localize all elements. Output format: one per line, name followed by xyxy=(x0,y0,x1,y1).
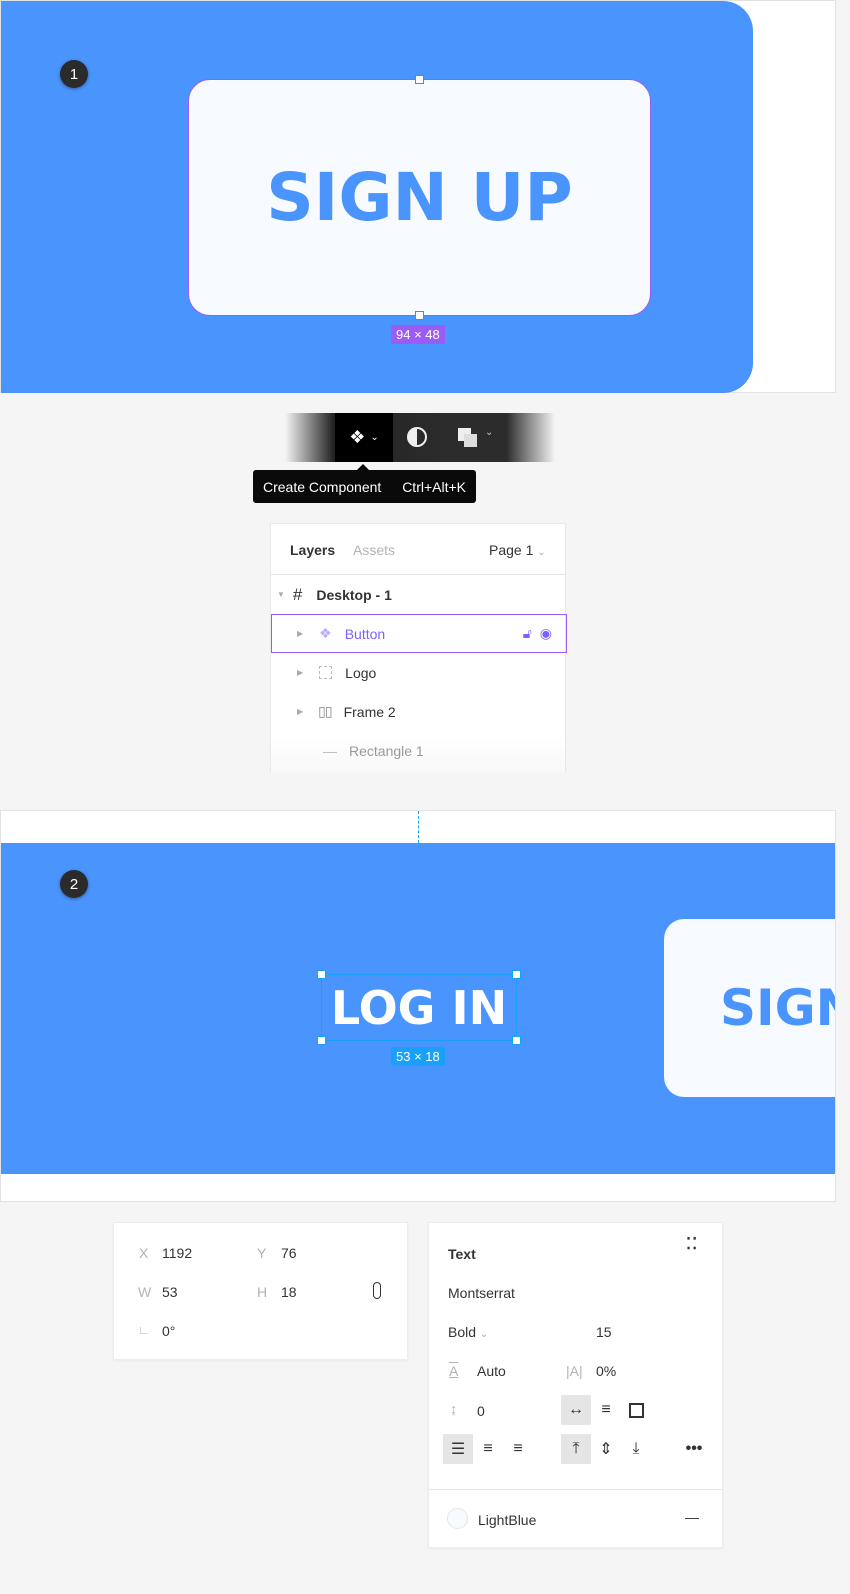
tooltip-label: Create Component xyxy=(263,478,382,495)
y-label: Y xyxy=(257,1245,267,1261)
canvas-step-2: 2 LOG IN 53 × 18 SIGN UP xyxy=(0,810,836,1202)
frame-icon: # xyxy=(292,584,303,604)
layer-item-frame-2[interactable]: ▶ ▯▯ Frame 2 xyxy=(271,692,567,731)
fixed-size-icon[interactable] xyxy=(621,1395,651,1425)
x-label: X xyxy=(139,1245,149,1261)
text-panel: Text ⁚⁚ Montserrat Bold ⌄ 15 A Auto |A| … xyxy=(428,1222,723,1548)
transform-panel: X 1192 Y 76 W 53 H 18 ∟ 0° xyxy=(113,1222,408,1360)
sign-up-button[interactable]: SIGN UP xyxy=(188,79,651,316)
expand-icon[interactable]: ▶ xyxy=(297,668,303,677)
toolbar: ❖ ⌄ ⌄ xyxy=(285,413,555,462)
resize-handle[interactable] xyxy=(512,970,521,979)
group-icon xyxy=(319,666,333,679)
h-label: H xyxy=(257,1284,268,1300)
fill-style-name[interactable]: LightBlue xyxy=(478,1512,536,1528)
layers-panel: Layers Assets Page 1 ⌄ ▼ # Desktop - 1 ▶… xyxy=(270,523,567,773)
w-input[interactable]: 53 xyxy=(162,1284,178,1300)
chevron-down-icon: ⌄ xyxy=(537,547,546,558)
tooltip-shortcut: Ctrl+Alt+K xyxy=(402,478,466,495)
letter-spacing-icon: |A| xyxy=(566,1363,583,1379)
tab-assets[interactable]: Assets xyxy=(353,542,395,558)
layer-item-logo[interactable]: ▶ Logo xyxy=(271,653,567,692)
align-bottom-icon[interactable]: ⤓ xyxy=(621,1434,651,1464)
constrain-proportions-icon[interactable] xyxy=(373,1282,381,1299)
auto-layout-icon: ▯▯ xyxy=(318,703,332,719)
page-name: Page 1 xyxy=(489,542,534,558)
layer-item-button[interactable]: ▶ ❖ Button 🔓︎ ◉ xyxy=(271,614,567,653)
component-icon: ❖ xyxy=(319,625,332,641)
unlock-icon[interactable]: 🔓︎ xyxy=(523,625,532,642)
layer-item-rectangle-1[interactable]: — Rectangle 1 xyxy=(271,731,567,770)
layer-label: Rectangle 1 xyxy=(349,742,424,759)
line-height-icon: A xyxy=(449,1363,459,1379)
line-height-input[interactable]: Auto xyxy=(477,1363,506,1379)
font-family-select[interactable]: Montserrat xyxy=(448,1285,515,1301)
canvas-step-1: 1 SIGN UP 94 × 48 xyxy=(0,0,836,393)
h-input[interactable]: 18 xyxy=(281,1284,297,1300)
w-label: W xyxy=(138,1284,152,1300)
paragraph-spacing-input[interactable]: 0 xyxy=(477,1403,485,1419)
font-size-input[interactable]: 15 xyxy=(596,1324,612,1340)
component-icon: ❖ xyxy=(349,427,366,447)
letter-spacing-input[interactable]: 0% xyxy=(596,1363,616,1379)
align-center-icon[interactable]: ≡ xyxy=(473,1434,503,1464)
chevron-down-icon[interactable]: ⌄ xyxy=(485,427,493,438)
layer-frame[interactable]: ▼ # Desktop - 1 xyxy=(271,575,567,614)
resize-handle[interactable] xyxy=(317,970,326,979)
rotation-icon: ∟ xyxy=(138,1323,150,1337)
dimension-label: 94 × 48 xyxy=(391,325,445,344)
align-middle-icon[interactable]: ⇕ xyxy=(591,1434,621,1464)
tab-layers[interactable]: Layers xyxy=(290,542,335,558)
section-title: Text xyxy=(448,1246,476,1262)
log-in-text[interactable]: LOG IN xyxy=(321,974,517,1041)
styles-icon[interactable]: ⁚⁚ xyxy=(686,1237,698,1253)
expand-icon[interactable]: ▶ xyxy=(297,629,303,638)
resize-handle[interactable] xyxy=(512,1036,521,1045)
page-selector[interactable]: Page 1 ⌄ xyxy=(489,542,546,558)
guide-line xyxy=(418,811,419,843)
layer-label: Logo xyxy=(345,664,377,681)
auto-width-icon[interactable]: ↔ xyxy=(561,1395,591,1425)
layer-label: Frame 2 xyxy=(343,703,396,720)
sign-up-button[interactable]: SIGN UP xyxy=(664,919,835,1097)
rotation-input[interactable]: 0° xyxy=(162,1323,175,1339)
layer-label: Button xyxy=(344,625,386,642)
auto-height-icon[interactable]: ≡ xyxy=(591,1395,621,1425)
resize-handle[interactable] xyxy=(415,311,424,320)
align-left-icon[interactable]: ☰ xyxy=(443,1434,473,1464)
color-swatch[interactable] xyxy=(447,1508,468,1529)
resize-handle[interactable] xyxy=(317,1036,326,1045)
chevron-down-icon: ⌄ xyxy=(479,1329,489,1340)
expand-icon[interactable]: ▼ xyxy=(277,590,285,599)
step-badge: 2 xyxy=(60,870,88,898)
mask-icon[interactable] xyxy=(407,427,427,447)
paragraph-spacing-icon: ↨ xyxy=(450,1401,457,1417)
x-input[interactable]: 1192 xyxy=(162,1245,192,1261)
align-top-icon[interactable]: ⤒ xyxy=(561,1434,591,1464)
font-weight-select[interactable]: Bold ⌄ xyxy=(448,1324,488,1340)
line-icon: — xyxy=(323,742,337,759)
y-input[interactable]: 76 xyxy=(281,1245,297,1261)
eye-icon[interactable]: ◉ xyxy=(540,625,552,642)
chevron-down-icon: ⌄ xyxy=(370,432,379,443)
remove-icon[interactable]: — xyxy=(685,1509,699,1525)
tooltip: Create Component Ctrl+Alt+K xyxy=(253,464,476,503)
align-right-icon[interactable]: ≡ xyxy=(503,1434,533,1464)
layer-label: Desktop - 1 xyxy=(316,586,392,603)
more-options-icon[interactable]: ••• xyxy=(679,1434,709,1464)
resize-handle[interactable] xyxy=(415,75,424,84)
step-badge: 1 xyxy=(60,60,88,88)
create-component-button[interactable]: ❖ ⌄ xyxy=(335,413,393,462)
expand-icon[interactable]: ▶ xyxy=(297,707,303,716)
font-weight-value: Bold xyxy=(448,1324,477,1340)
dimension-label: 53 × 18 xyxy=(391,1047,445,1066)
